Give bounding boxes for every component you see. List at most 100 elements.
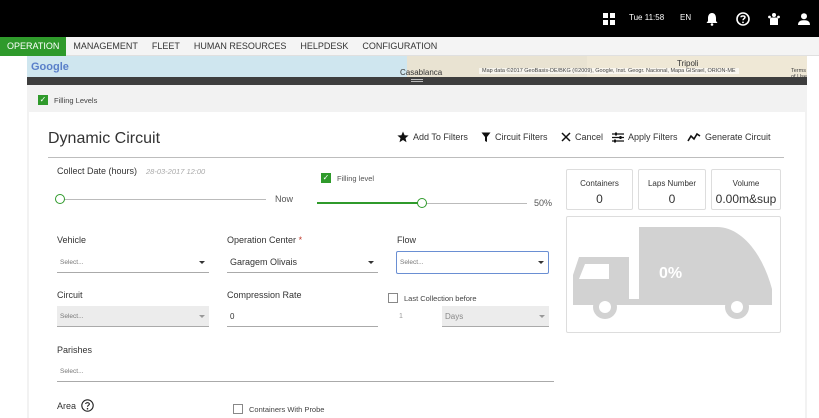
operation-center-label: Operation Center *	[227, 235, 302, 245]
operation-center-value: Garagem Olivais	[230, 257, 298, 267]
parishes-select[interactable]: Select...	[57, 361, 554, 382]
compression-rate-value: 0	[230, 312, 235, 321]
nav-item-operation[interactable]: OPERATION	[0, 37, 67, 56]
map-resize-handle[interactable]	[27, 77, 807, 85]
collect-date-slider-handle[interactable]	[55, 194, 65, 204]
bell-icon[interactable]	[699, 6, 725, 32]
flow-select-placeholder: Select...	[400, 259, 424, 266]
apply-filters-button[interactable]: Apply Filters	[612, 130, 678, 144]
circuit-label: Circuit	[57, 290, 83, 300]
language-selector[interactable]: EN	[680, 13, 691, 22]
help-icon[interactable]	[730, 6, 756, 32]
title-separator	[48, 157, 784, 158]
main-nav: OPERATION MANAGEMENT FLEET HUMAN RESOURC…	[0, 37, 819, 56]
nav-item-helpdesk[interactable]: HELPDESK	[293, 37, 355, 56]
collect-date-value: 28-03-2017 12:00	[146, 167, 206, 176]
containers-with-probe-label: Containers With Probe	[249, 404, 325, 414]
apply-filters-label: Apply Filters	[628, 132, 678, 142]
last-collection-toggle[interactable]: Last Collection before	[388, 293, 477, 303]
last-collection-checkbox[interactable]	[388, 293, 398, 303]
filling-level-slider-fill	[317, 202, 422, 204]
filling-levels-label: Filling Levels	[54, 95, 98, 105]
volume-stat-label: Volume	[732, 179, 760, 188]
vehicle-select-placeholder: Select...	[60, 259, 84, 266]
map-city-tripoli: Tripoli	[677, 59, 699, 68]
flow-label: Flow	[397, 235, 417, 245]
filling-level-checkbox[interactable]	[321, 173, 331, 183]
filling-levels-toggle[interactable]: Filling Levels	[38, 95, 97, 105]
laps-number-stat: Laps Number 0	[638, 169, 706, 210]
flow-select[interactable]: Select...	[396, 251, 549, 274]
add-to-filters-label: Add To Filters	[413, 132, 468, 142]
area-row: Area	[57, 399, 94, 412]
filling-level-toggle[interactable]: Filling level	[321, 173, 374, 183]
operation-center-label-text: Operation Center	[227, 235, 297, 245]
map-attribution: Map data ©2017 GeoBasis-DE/BKG (©2009), …	[479, 68, 739, 74]
grip-icon	[411, 79, 423, 80]
trend-icon	[687, 132, 701, 142]
generate-circuit-label: Generate Circuit	[705, 132, 771, 142]
circuit-filters-button[interactable]: Circuit Filters	[481, 130, 548, 144]
star-icon	[397, 131, 409, 143]
containers-with-probe-checkbox[interactable]	[233, 404, 243, 414]
collect-date-slider-track[interactable]	[62, 199, 266, 200]
compression-rate-label: Compression Rate	[227, 290, 302, 300]
collect-date-now-label: Now	[275, 194, 294, 204]
filling-levels-checkbox[interactable]	[38, 95, 48, 105]
google-logo: Google	[31, 61, 69, 73]
page-title: Dynamic Circuit	[48, 130, 161, 147]
nav-item-human-resources[interactable]: HUMAN RESOURCES	[187, 37, 294, 56]
laps-number-stat-value: 0	[668, 192, 676, 206]
user-icon[interactable]	[791, 6, 817, 32]
parishes-label: Parishes	[57, 345, 93, 355]
clock-text: Tue 11:58	[629, 13, 665, 22]
circuit-filters-label: Circuit Filters	[495, 132, 548, 142]
widgets-icon[interactable]	[596, 6, 622, 32]
chevron-down-icon	[368, 261, 374, 264]
map-view[interactable]: Google Casablanca Tripoli Map data ©2017…	[27, 56, 807, 77]
cancel-button[interactable]: Cancel	[561, 130, 603, 144]
vehicle-label: Vehicle	[57, 235, 87, 245]
generate-circuit-button[interactable]: Generate Circuit	[687, 130, 771, 144]
add-to-filters-button[interactable]: Add To Filters	[397, 130, 468, 144]
circuit-select-placeholder: Select...	[60, 313, 84, 320]
laps-number-stat-label: Laps Number	[647, 179, 697, 188]
containers-stat: Containers 0	[566, 169, 633, 210]
chevron-down-icon	[538, 261, 544, 264]
last-collection-number[interactable]: 1	[399, 313, 403, 320]
map-terms-link[interactable]: Terms of Use	[791, 68, 807, 77]
containers-stat-value: 0	[596, 192, 603, 206]
last-collection-label: Last Collection before	[404, 293, 477, 303]
volume-stat: Volume 0.00m&sup	[711, 169, 781, 210]
nav-item-management[interactable]: MANAGEMENT	[66, 37, 145, 56]
close-icon	[561, 132, 571, 142]
filling-level-value: 50%	[534, 198, 553, 208]
last-collection-unit-select: Days	[442, 306, 549, 327]
last-collection-unit: Days	[445, 312, 464, 321]
sliders-icon	[612, 132, 624, 142]
chevron-down-icon	[199, 315, 205, 318]
cancel-label: Cancel	[575, 132, 604, 142]
funnel-icon	[481, 132, 491, 142]
required-mark: *	[298, 235, 303, 245]
truck-fill-indicator: 0%	[566, 216, 781, 333]
containers-with-probe-toggle[interactable]: Containers With Probe	[233, 404, 324, 414]
compression-rate-input[interactable]: 0	[227, 306, 378, 327]
volume-stat-value: 0.00m&sup	[715, 192, 777, 206]
area-label: Area	[57, 400, 77, 411]
nav-item-fleet[interactable]: FLEET	[145, 37, 187, 56]
circuit-select: Select...	[57, 306, 209, 327]
map-city-casablanca: Casablanca	[400, 68, 443, 77]
containers-stat-label: Containers	[580, 179, 619, 188]
filling-level-label: Filling level	[337, 173, 375, 183]
vehicle-select[interactable]: Select...	[57, 252, 209, 273]
people-icon[interactable]	[761, 6, 787, 32]
top-bar: Tue 11:58 EN	[0, 0, 819, 37]
collect-date-label: Collect Date (hours)	[57, 166, 138, 176]
operation-center-select[interactable]: Garagem Olivais	[227, 252, 378, 273]
filling-level-slider-handle[interactable]	[417, 198, 427, 208]
help-circle-icon[interactable]	[81, 399, 94, 412]
truck-fill-percent: 0%	[659, 265, 683, 282]
parishes-select-placeholder: Select...	[60, 368, 84, 375]
nav-item-configuration[interactable]: CONFIGURATION	[355, 37, 444, 56]
